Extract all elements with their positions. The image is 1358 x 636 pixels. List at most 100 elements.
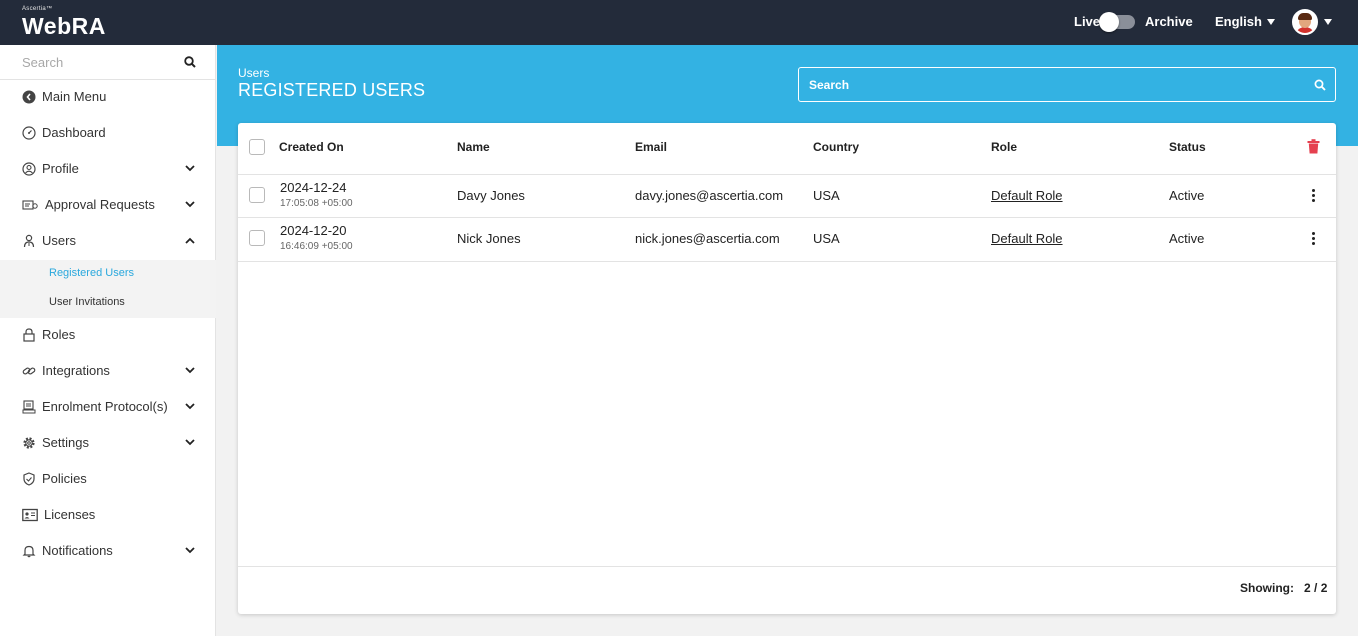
search-icon[interactable] <box>184 56 196 68</box>
logo-product: WebRA <box>22 13 106 39</box>
sidebar-search <box>0 45 215 80</box>
created-time: 16:46:09 +05:00 <box>280 241 353 252</box>
role-link[interactable]: Default Role <box>991 231 1063 246</box>
dashboard-icon <box>22 126 36 140</box>
sidebar-item-notifications[interactable]: Notifications <box>0 533 216 569</box>
sidebar-item-enrolment-protocols[interactable]: Enrolment Protocol(s) <box>0 389 216 425</box>
chevron-down-icon <box>185 547 195 554</box>
sidebar-item-label: Profile <box>42 161 79 176</box>
sidebar-item-label: Policies <box>42 471 87 486</box>
more-options-icon[interactable] <box>1310 232 1316 246</box>
sidebar-item-settings[interactable]: Settings <box>0 425 216 461</box>
back-circle-icon <box>22 90 36 104</box>
sidebar-subitem-user-invitations[interactable]: User Invitations <box>49 296 125 308</box>
chevron-up-icon <box>185 237 195 244</box>
column-header-country[interactable]: Country <box>813 140 859 154</box>
select-all-checkbox[interactable] <box>249 139 265 155</box>
sidebar-item-label: Roles <box>42 327 76 342</box>
user-circle-icon <box>22 162 36 176</box>
search-icon[interactable] <box>1314 79 1326 91</box>
user-menu[interactable] <box>1292 9 1332 35</box>
user-country: USA <box>813 188 840 203</box>
chevron-down-icon <box>185 403 195 410</box>
sidebar-item-label: Integrations <box>42 363 110 378</box>
row-divider <box>238 261 1336 262</box>
users-submenu: Registered Users User Invitations <box>0 260 216 318</box>
pagination-summary: Showing: 2 / 2 <box>1240 581 1327 595</box>
app-logo[interactable]: Ascertia™ WebRA <box>22 6 106 38</box>
column-header-status[interactable]: Status <box>1169 140 1206 154</box>
sidebar-item-profile[interactable]: Profile <box>0 151 216 187</box>
created-time: 17:05:08 +05:00 <box>280 198 353 209</box>
sidebar-item-users[interactable]: Users <box>0 223 216 259</box>
created-date: 2024-12-24 <box>280 180 347 195</box>
chevron-down-icon <box>185 439 195 446</box>
more-options-icon[interactable] <box>1310 189 1316 203</box>
live-label: Live <box>1074 14 1101 29</box>
language-selector[interactable]: English <box>1215 14 1275 29</box>
column-header-role[interactable]: Role <box>991 140 1017 154</box>
user-name: Davy Jones <box>457 188 525 203</box>
showing-count: 2 / 2 <box>1304 581 1328 595</box>
user-email: nick.jones@ascertia.com <box>635 231 780 246</box>
id-card-icon <box>22 508 38 522</box>
shield-icon <box>23 472 35 486</box>
sidebar-item-label: Approval Requests <box>45 197 155 212</box>
row-checkbox[interactable] <box>249 230 265 246</box>
created-date: 2024-12-20 <box>280 223 347 238</box>
chevron-down-icon <box>1266 18 1275 25</box>
live-archive-toggle[interactable] <box>1099 12 1135 32</box>
user-icon <box>23 234 35 248</box>
sidebar-item-licenses[interactable]: Licenses <box>0 497 216 533</box>
header-divider <box>238 174 1336 175</box>
approval-icon <box>22 200 38 210</box>
avatar <box>1292 9 1318 35</box>
sidebar-item-label: Settings <box>42 435 89 450</box>
toggle-knob <box>1099 12 1119 32</box>
bell-icon <box>22 545 36 558</box>
users-search <box>798 67 1336 102</box>
users-table-card: Created On Name Email Country Role Statu… <box>238 123 1336 614</box>
user-status: Active <box>1169 231 1205 246</box>
column-header-created-on[interactable]: Created On <box>279 140 344 154</box>
chevron-down-icon <box>1324 19 1332 25</box>
sidebar-subitem-registered-users[interactable]: Registered Users <box>49 267 134 279</box>
lock-icon <box>23 328 35 342</box>
sidebar-item-integrations[interactable]: Integrations <box>0 353 216 389</box>
sidebar: Main Menu Dashboard Profile Approval Req… <box>0 45 216 636</box>
language-label: English <box>1215 14 1262 29</box>
column-header-name[interactable]: Name <box>457 140 490 154</box>
user-name: Nick Jones <box>457 231 521 246</box>
user-country: USA <box>813 231 840 246</box>
page-title: REGISTERED USERS <box>238 80 426 100</box>
top-bar: Ascertia™ WebRA Live Archive English <box>0 0 1358 45</box>
users-search-input[interactable] <box>799 68 1289 101</box>
protocol-icon <box>22 400 36 414</box>
sidebar-item-label: Dashboard <box>42 125 106 140</box>
footer-divider <box>238 566 1336 567</box>
sidebar-item-label: Licenses <box>44 507 96 522</box>
sidebar-item-roles[interactable]: Roles <box>0 317 216 353</box>
chevron-down-icon <box>185 165 195 172</box>
chevron-down-icon <box>185 367 195 374</box>
gear-icon <box>23 437 35 449</box>
archive-label: Archive <box>1145 14 1193 29</box>
delete-icon[interactable] <box>1307 139 1320 154</box>
role-link[interactable]: Default Role <box>991 188 1063 203</box>
sidebar-item-dashboard[interactable]: Dashboard <box>0 115 216 151</box>
sidebar-item-approval-requests[interactable]: Approval Requests <box>0 187 216 223</box>
sidebar-item-main-menu[interactable]: Main Menu <box>0 79 216 115</box>
sidebar-item-label: Notifications <box>42 543 113 558</box>
sidebar-item-label: Main Menu <box>42 89 107 104</box>
sidebar-item-label: Users <box>42 233 76 248</box>
sidebar-search-input[interactable] <box>0 45 180 79</box>
showing-label: Showing: <box>1240 581 1294 595</box>
chevron-down-icon <box>185 201 195 208</box>
sidebar-item-label: Enrolment Protocol(s) <box>42 399 168 414</box>
user-email: davy.jones@ascertia.com <box>635 188 784 203</box>
column-header-email[interactable]: Email <box>635 140 667 154</box>
sidebar-item-policies[interactable]: Policies <box>0 461 216 497</box>
breadcrumb[interactable]: Users <box>238 66 269 80</box>
row-checkbox[interactable] <box>249 187 265 203</box>
user-status: Active <box>1169 188 1205 203</box>
